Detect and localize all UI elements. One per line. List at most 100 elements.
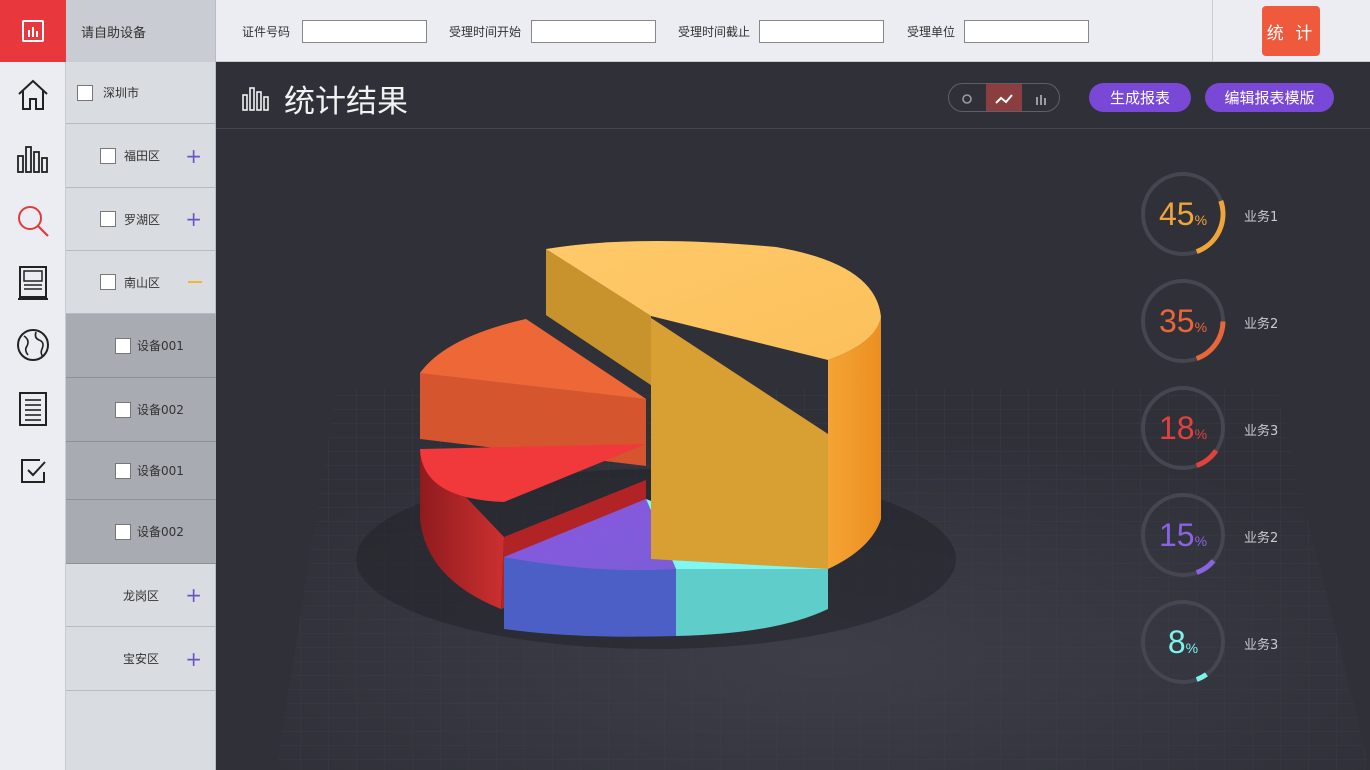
divider [1212, 0, 1213, 62]
nav-globe[interactable] [0, 320, 66, 370]
legend-value: 45% [1140, 171, 1226, 257]
checkbox-check-icon [21, 459, 46, 483]
checkbox[interactable] [100, 211, 116, 227]
tree-node-luohu[interactable]: 罗湖区 + [66, 188, 216, 251]
search-icon [18, 206, 49, 237]
nav-terminal[interactable] [0, 258, 66, 308]
edit-report-template-button[interactable]: 编辑报表模版 [1205, 83, 1334, 112]
nav-search[interactable] [0, 196, 66, 246]
nav-rail [0, 0, 66, 770]
app-logo[interactable] [0, 0, 66, 62]
start-time-input[interactable] [531, 20, 656, 43]
expand-icon[interactable]: + [185, 649, 202, 669]
tree-node-label: 设备002 [137, 403, 184, 417]
legend-percent: 15 [1158, 516, 1195, 553]
legend-ring: 35% [1140, 278, 1226, 364]
legend-label: 业务3 [1244, 424, 1279, 439]
legend-ring: 15% [1140, 492, 1226, 578]
expand-icon[interactable]: + [185, 585, 202, 605]
generate-report-button[interactable]: 生成报表 [1089, 83, 1191, 112]
tree-node-longgang[interactable]: 龙岗区 + [66, 564, 216, 627]
bar-chart-icon [242, 87, 269, 111]
document-list-icon [19, 392, 47, 426]
tree-node-label: 龙岗区 [123, 588, 160, 603]
checkbox[interactable] [115, 523, 131, 540]
nav-approve[interactable] [0, 446, 66, 496]
circle-icon [962, 93, 973, 104]
checkbox[interactable] [100, 147, 116, 164]
tree-node-label: 设备002 [137, 525, 184, 539]
tree-node-futian[interactable]: 福田区 + [66, 124, 216, 188]
tree-header: 请自助设备 [66, 0, 215, 62]
legend-ring: 18% [1140, 385, 1226, 471]
legend-percent-sign: % [1194, 533, 1208, 549]
legend-label: 业务2 [1244, 531, 1279, 546]
legend-value: 15% [1140, 492, 1226, 578]
bar-icon [1035, 94, 1046, 105]
legend-label: 业务2 [1244, 317, 1279, 332]
tree-node-shenzhen[interactable]: 深圳市 [66, 62, 216, 124]
globe-icon [17, 329, 49, 361]
tree-node-label: 设备001 [137, 339, 184, 353]
legend-percent: 45 [1158, 195, 1195, 232]
tree-node-label: 深圳市 [103, 86, 140, 100]
legend-percent: 35 [1158, 302, 1195, 339]
page-title: 统计结果 [284, 84, 408, 120]
id-number-label: 证件号码 [242, 25, 291, 39]
legend-percent-sign: % [1185, 640, 1199, 656]
view-bar-option[interactable] [1022, 84, 1059, 111]
legend-percent: 18 [1158, 409, 1195, 446]
bar-chart-icon [17, 146, 48, 173]
legend-percent: 8 [1167, 623, 1186, 660]
legend-label: 业务1 [1244, 210, 1279, 225]
start-time-label: 受理时间开始 [449, 25, 522, 39]
end-time-label: 受理时间截止 [678, 25, 751, 39]
legend-percent-sign: % [1194, 426, 1208, 442]
statistics-button[interactable]: 统 计 [1262, 6, 1320, 56]
line-chart-icon [995, 93, 1013, 104]
checkbox[interactable] [100, 274, 116, 290]
legend-ring: 8% [1140, 599, 1226, 685]
end-time-input[interactable] [759, 20, 884, 43]
tree-node-label: 宝安区 [123, 652, 160, 666]
checkbox[interactable] [77, 84, 93, 101]
checkbox[interactable] [115, 337, 131, 354]
unit-label: 受理单位 [907, 25, 956, 39]
results-panel: 统计结果 生成报表 编辑报表模版 45 % 业务1 35 % 业务2 18 % … [216, 62, 1370, 770]
legend-ring: 45% [1140, 171, 1226, 257]
legend-value: 35% [1140, 278, 1226, 364]
tree-node-label: 南山区 [124, 275, 161, 290]
report-logo-icon [22, 20, 44, 42]
checkbox[interactable] [115, 401, 131, 418]
kiosk-icon [18, 266, 48, 300]
view-pie-option[interactable] [949, 84, 986, 111]
filter-bar: 证件号码 受理时间开始 受理时间截止 受理单位 统 计 [216, 0, 1370, 62]
legend-value: 8% [1140, 599, 1226, 685]
tree-node-device[interactable]: 设备002 [66, 500, 216, 564]
legend-label: 业务3 [1244, 638, 1279, 653]
view-mode-toggle [948, 83, 1060, 112]
home-icon [18, 79, 48, 110]
unit-input[interactable] [964, 20, 1089, 43]
device-tree-panel: 请自助设备 深圳市 福田区 + 罗湖区 + 南山区 设备001 设备002 设备… [66, 0, 216, 770]
expand-icon[interactable]: + [185, 146, 202, 166]
tree-node-device[interactable]: 设备001 [66, 442, 216, 500]
view-line-option[interactable] [985, 84, 1023, 111]
legend-percent-sign: % [1194, 212, 1208, 228]
tree-node-label: 福田区 [124, 149, 161, 163]
tree-node-nanshan[interactable]: 南山区 [66, 251, 216, 314]
checkbox[interactable] [115, 462, 131, 479]
legend-value: 18% [1140, 385, 1226, 471]
tree-node-label: 设备001 [137, 464, 184, 478]
collapse-icon[interactable] [188, 281, 202, 283]
expand-icon[interactable]: + [185, 209, 202, 229]
nav-home[interactable] [0, 70, 66, 120]
tree-node-device[interactable]: 设备002 [66, 378, 216, 442]
id-number-input[interactable] [302, 20, 427, 43]
nav-statistics[interactable] [0, 134, 66, 184]
tree-node-device[interactable]: 设备001 [66, 314, 216, 378]
tree-node-label: 罗湖区 [124, 212, 161, 227]
tree-node-baoan[interactable]: 宝安区 + [66, 627, 216, 691]
nav-documents[interactable] [0, 384, 66, 434]
legend-percent-sign: % [1194, 319, 1208, 335]
